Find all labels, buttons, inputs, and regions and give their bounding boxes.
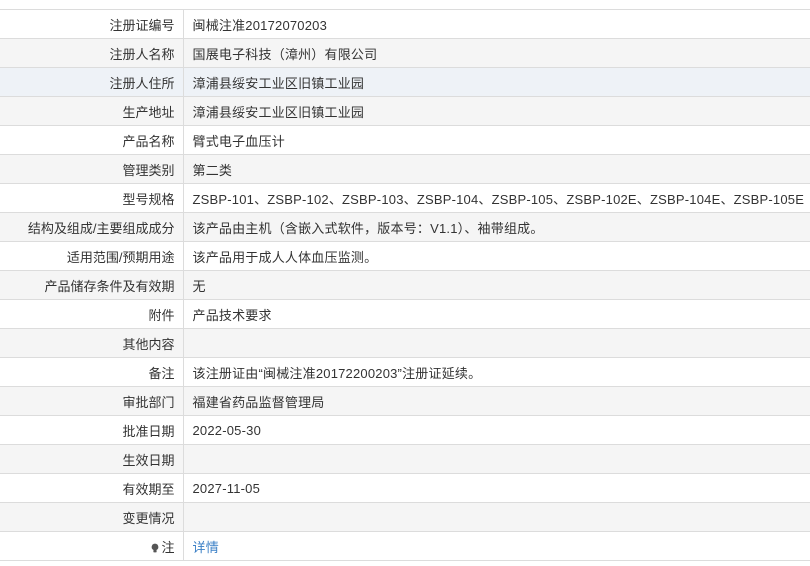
row-value: 漳浦县绥安工业区旧镇工业园 [183,67,810,97]
row-management-class: 管理类别 第二类 [0,154,810,184]
row-intended-use: 适用范围/预期用途 该产品用于成人人体血压监测。 [0,241,810,271]
row-production-address: 生产地址 漳浦县绥安工业区旧镇工业园 [0,96,810,126]
row-value: 产品技术要求 [183,299,810,329]
row-label: 审批部门 [0,386,184,416]
row-label: 注册证编号 [0,9,184,39]
row-value: 2027-11-05 [183,473,810,503]
lightbulb-icon [152,543,159,552]
row-value: ZSBP-101、ZSBP-102、ZSBP-103、ZSBP-104、ZSBP… [183,183,810,213]
row-value: 该产品用于成人人体血压监测。 [183,241,810,271]
row-attachment: 附件 产品技术要求 [0,299,810,329]
row-value: 臂式电子血压计 [183,125,810,155]
row-value: 漳浦县绥安工业区旧镇工业园 [183,96,810,126]
registration-detail-table: 注册证编号 闽械注准20172070203 注册人名称 国展电子科技（漳州）有限… [0,9,810,561]
row-label: 注册人住所 [0,67,184,97]
row-label: 有效期至 [0,473,184,503]
row-label: 型号规格 [0,183,184,213]
row-value: 国展电子科技（漳州）有限公司 [183,38,810,68]
row-valid-until: 有效期至 2027-11-05 [0,473,810,503]
row-label: 生产地址 [0,96,184,126]
row-other-content: 其他内容 [0,328,810,358]
note-label: 注 [161,539,175,555]
row-value: 福建省药品监督管理局 [183,386,810,416]
row-label: 其他内容 [0,328,184,358]
row-label: 生效日期 [0,444,184,474]
row-label: 结构及组成/主要组成成分 [0,212,184,242]
row-registrant-name: 注册人名称 国展电子科技（漳州）有限公司 [0,38,810,68]
row-storage-validity: 产品储存条件及有效期 无 [0,270,810,300]
row-label: 变更情况 [0,502,184,532]
row-label: 备注 [0,357,184,387]
row-value [183,502,810,532]
note-label-cell: 注 [0,531,184,561]
row-registrant-address: 注册人住所 漳浦县绥安工业区旧镇工业园 [0,67,810,97]
details-link[interactable]: 详情 [193,540,219,555]
row-approval-date: 批准日期 2022-05-30 [0,415,810,445]
row-label: 批准日期 [0,415,184,445]
row-value: 该产品由主机（含嵌入式软件，版本号：V1.1）、袖带组成。 [183,212,810,242]
row-registration-number: 注册证编号 闽械注准20172070203 [0,9,810,39]
row-label: 适用范围/预期用途 [0,241,184,271]
row-change-status: 变更情况 [0,502,810,532]
row-label: 产品储存条件及有效期 [0,270,184,300]
row-remarks: 备注 该注册证由“闽械注准20172200203”注册证延续。 [0,357,810,387]
row-product-name: 产品名称 臂式电子血压计 [0,125,810,155]
row-approval-department: 审批部门 福建省药品监督管理局 [0,386,810,416]
row-label: 产品名称 [0,125,184,155]
row-note: 注 详情 [0,531,810,561]
row-label: 附件 [0,299,184,329]
row-model-spec: 型号规格 ZSBP-101、ZSBP-102、ZSBP-103、ZSBP-104… [0,183,810,213]
row-label: 管理类别 [0,154,184,184]
row-value [183,444,810,474]
row-label: 注册人名称 [0,38,184,68]
row-value: 该注册证由“闽械注准20172200203”注册证延续。 [183,357,810,387]
row-effective-date: 生效日期 [0,444,810,474]
row-value [183,328,810,358]
row-value: 无 [183,270,810,300]
row-structure-composition: 结构及组成/主要组成成分 该产品由主机（含嵌入式软件，版本号：V1.1）、袖带组… [0,212,810,242]
row-value: 第二类 [183,154,810,184]
row-value: 2022-05-30 [183,415,810,445]
note-value-cell: 详情 [183,531,810,561]
row-value: 闽械注准20172070203 [183,9,810,39]
